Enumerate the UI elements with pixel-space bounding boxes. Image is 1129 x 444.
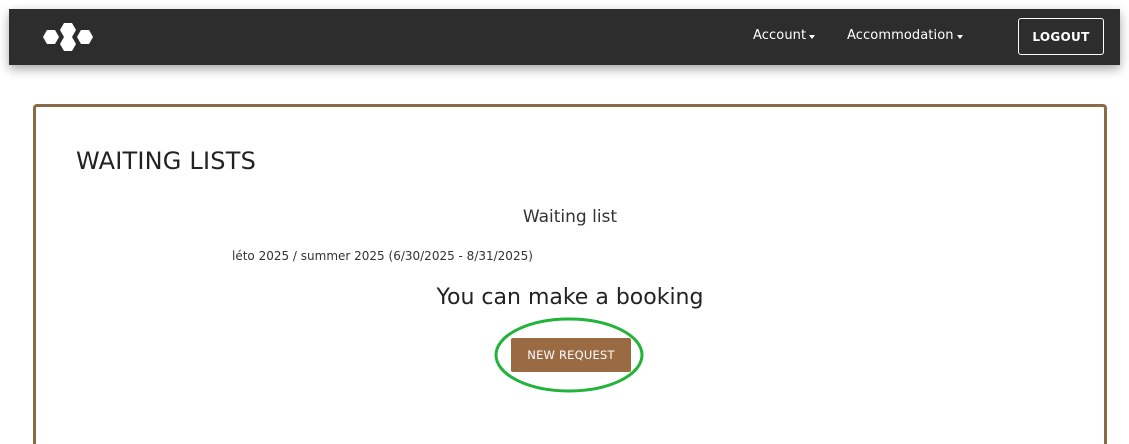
waiting-lists-card: WAITING LISTS Waiting list léto 2025 / s… [33,104,1107,444]
top-navbar: Account Accommodation LOGOUT [9,9,1120,65]
caret-down-icon [956,34,963,39]
new-request-button[interactable]: NEW REQUEST [511,338,631,372]
page-title: WAITING LISTS [76,147,257,175]
account-menu-label: Account [753,28,807,43]
caret-down-icon [809,34,816,39]
hexagon-logo-icon[interactable] [37,23,101,51]
accommodation-menu[interactable]: Accommodation [847,28,963,43]
waiting-list-heading: Waiting list [522,207,618,227]
booking-status-message: You can make a booking [436,285,704,310]
accommodation-menu-label: Accommodation [847,28,954,43]
term-period-text: léto 2025 / summer 2025 (6/30/2025 - 8/3… [232,249,533,263]
logout-button[interactable]: LOGOUT [1018,18,1104,55]
account-menu[interactable]: Account [753,28,816,43]
